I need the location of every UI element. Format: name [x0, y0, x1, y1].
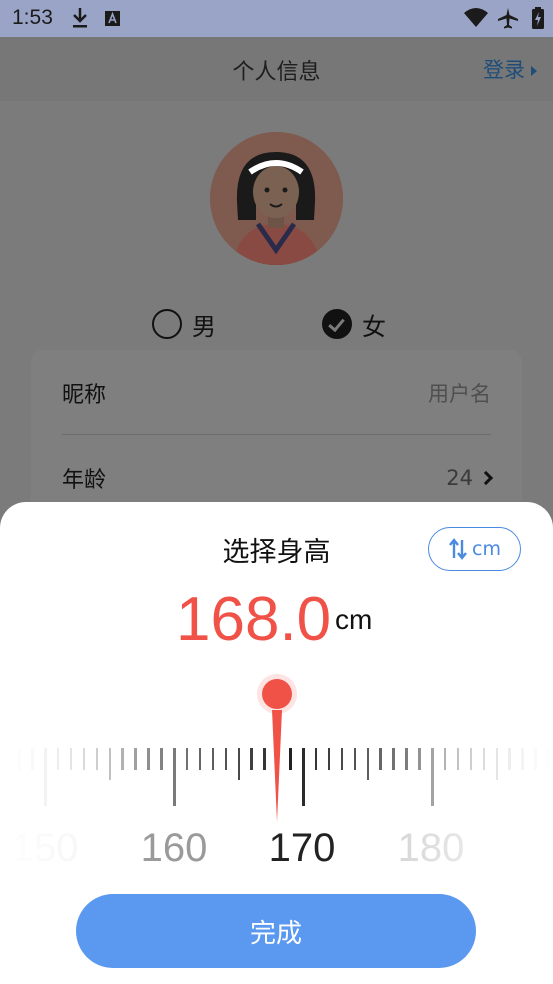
gender-female-option[interactable]: 女: [322, 307, 386, 341]
ruler-tick: [160, 748, 163, 770]
ruler-tick: [366, 748, 369, 780]
ruler-label-170: 170: [268, 826, 336, 870]
login-arrow-icon: [531, 66, 537, 76]
login-label: 登录: [483, 58, 525, 82]
gender-male-option[interactable]: 男: [152, 307, 216, 341]
unit-toggle-label: cm: [472, 538, 501, 560]
age-value-group: 24: [446, 466, 494, 490]
nickname-input[interactable]: 用户名: [428, 378, 491, 408]
ruler-tick: [237, 748, 240, 780]
height-value: 168.0: [176, 585, 332, 654]
male-label: 男: [192, 312, 216, 341]
ruler-pointer[interactable]: [252, 672, 302, 822]
female-radio-checked[interactable]: [322, 309, 352, 339]
age-label: 年龄: [62, 468, 107, 493]
ruler-tick: [340, 748, 344, 770]
height-ruler[interactable]: 150 160 170 180: [0, 662, 553, 872]
nickname-label: 昵称: [62, 383, 107, 408]
ruler-tick: [185, 748, 189, 770]
airplane-icon: [498, 8, 518, 29]
status-time: 1:53: [12, 6, 53, 29]
chevron-right-icon: [478, 470, 494, 486]
battery-icon: [532, 7, 544, 29]
nickname-row[interactable]: 昵称 用户名: [62, 350, 491, 436]
avatar[interactable]: [210, 132, 343, 265]
download-icon: [73, 8, 87, 28]
ruler-tick: [211, 748, 215, 770]
female-label: 女: [362, 312, 386, 341]
ruler-tick: [327, 748, 331, 770]
ruler-tick: [379, 748, 382, 770]
ruler-tick: [302, 748, 305, 806]
ruler-tick: [353, 748, 357, 770]
page-title: 个人信息: [232, 60, 321, 85]
done-label: 完成: [249, 918, 302, 949]
avatar-illustration: [210, 132, 343, 265]
ruler-label-160: 160: [140, 826, 208, 870]
age-value: 24: [446, 466, 473, 490]
height-unit: cm: [335, 604, 373, 635]
ruler-tick: [198, 748, 202, 770]
status-bar: 1:53: [0, 0, 553, 37]
check-icon: [328, 314, 345, 333]
ruler-tick: [224, 748, 228, 770]
height-picker-sheet: 选择身高 cm 168.0 cm 150 160 170 180 完成: [0, 502, 553, 984]
header: 个人信息 登录: [0, 37, 553, 101]
ruler-tick: [314, 748, 318, 770]
wifi-icon: [464, 8, 488, 27]
done-button[interactable]: 完成: [76, 894, 476, 968]
swap-icon: [449, 538, 467, 560]
font-icon: [105, 11, 120, 26]
login-link[interactable]: 登录: [483, 54, 537, 84]
male-radio[interactable]: [152, 309, 182, 339]
unit-toggle-button[interactable]: cm: [428, 527, 521, 571]
ruler-fade-left: [0, 742, 150, 872]
ruler-fade-right: [403, 742, 553, 872]
ruler-tick: [392, 748, 395, 770]
ruler-tick: [173, 748, 176, 806]
